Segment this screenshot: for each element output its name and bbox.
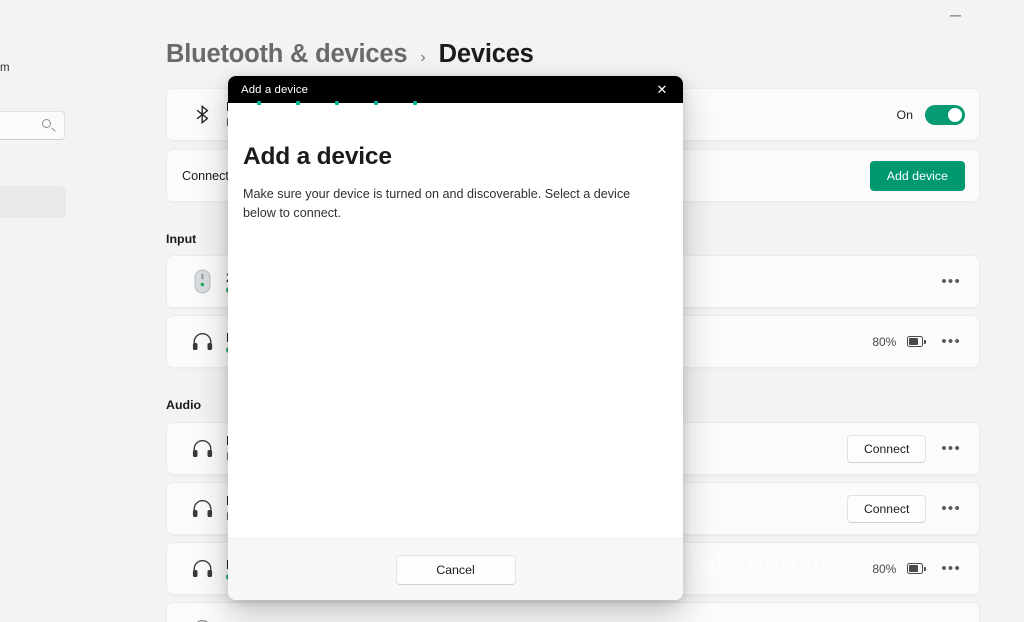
dialog-description: Make sure your device is turned on and d… xyxy=(243,187,631,220)
headphones-icon xyxy=(182,559,222,578)
battery-percent: 80% xyxy=(872,334,897,349)
headphones-icon xyxy=(182,439,222,458)
add-device-button[interactable]: Add device xyxy=(869,160,965,191)
dialog-titlebar-title: Add a device xyxy=(241,83,309,96)
table-row: realme Buds Q2 Neo x xyxy=(166,602,980,622)
dialog-body: Add a device Make sure your device is tu… xyxy=(228,101,683,600)
section-label-audio: Audio xyxy=(166,398,202,412)
breadcrumb-separator-icon: › xyxy=(420,49,426,66)
overflow-menu-icon[interactable]: ••• xyxy=(937,334,965,349)
add-device-dialog: Add a device ✕ Add a device Make sure yo… xyxy=(228,76,683,600)
battery-icon xyxy=(907,336,927,347)
page-title: Devices xyxy=(438,40,534,68)
battery-icon xyxy=(907,563,927,574)
search-input[interactable] xyxy=(0,111,65,140)
progress-indicator xyxy=(257,101,417,105)
connect-button[interactable]: Connect xyxy=(846,494,927,523)
screen: m Bluetooth & devices › Devices On Conne… xyxy=(0,0,1024,622)
mouse-icon xyxy=(182,269,222,294)
breadcrumb: Bluetooth & devices › Devices xyxy=(166,40,534,69)
search-icon xyxy=(42,119,56,133)
overflow-menu-icon[interactable]: ••• xyxy=(937,561,965,576)
close-icon[interactable]: ✕ xyxy=(641,76,683,103)
headphones-icon xyxy=(182,332,222,351)
dialog-footer: Cancel xyxy=(228,538,683,600)
battery-percent: 80% xyxy=(872,561,897,576)
bluetooth-toggle[interactable] xyxy=(925,104,965,125)
dialog-titlebar: Add a device ✕ xyxy=(228,76,683,103)
headphones-icon xyxy=(182,499,222,518)
dialog-heading: Add a device xyxy=(243,143,392,170)
cancel-button[interactable]: Cancel xyxy=(395,554,516,585)
overflow-menu-icon[interactable]: ••• xyxy=(937,274,965,289)
section-label-input: Input xyxy=(166,232,197,246)
breadcrumb-parent[interactable]: Bluetooth & devices xyxy=(166,40,408,69)
sidebar-item-selected[interactable] xyxy=(0,186,66,218)
bluetooth-toggle-label: On xyxy=(896,107,913,122)
sidebar: m xyxy=(0,0,66,622)
sidebar-account-label: m xyxy=(0,62,10,74)
connect-button[interactable]: Connect xyxy=(846,434,927,463)
overflow-menu-icon[interactable]: ••• xyxy=(937,441,965,456)
bluetooth-icon xyxy=(182,105,222,124)
overflow-menu-icon[interactable]: ••• xyxy=(937,501,965,516)
